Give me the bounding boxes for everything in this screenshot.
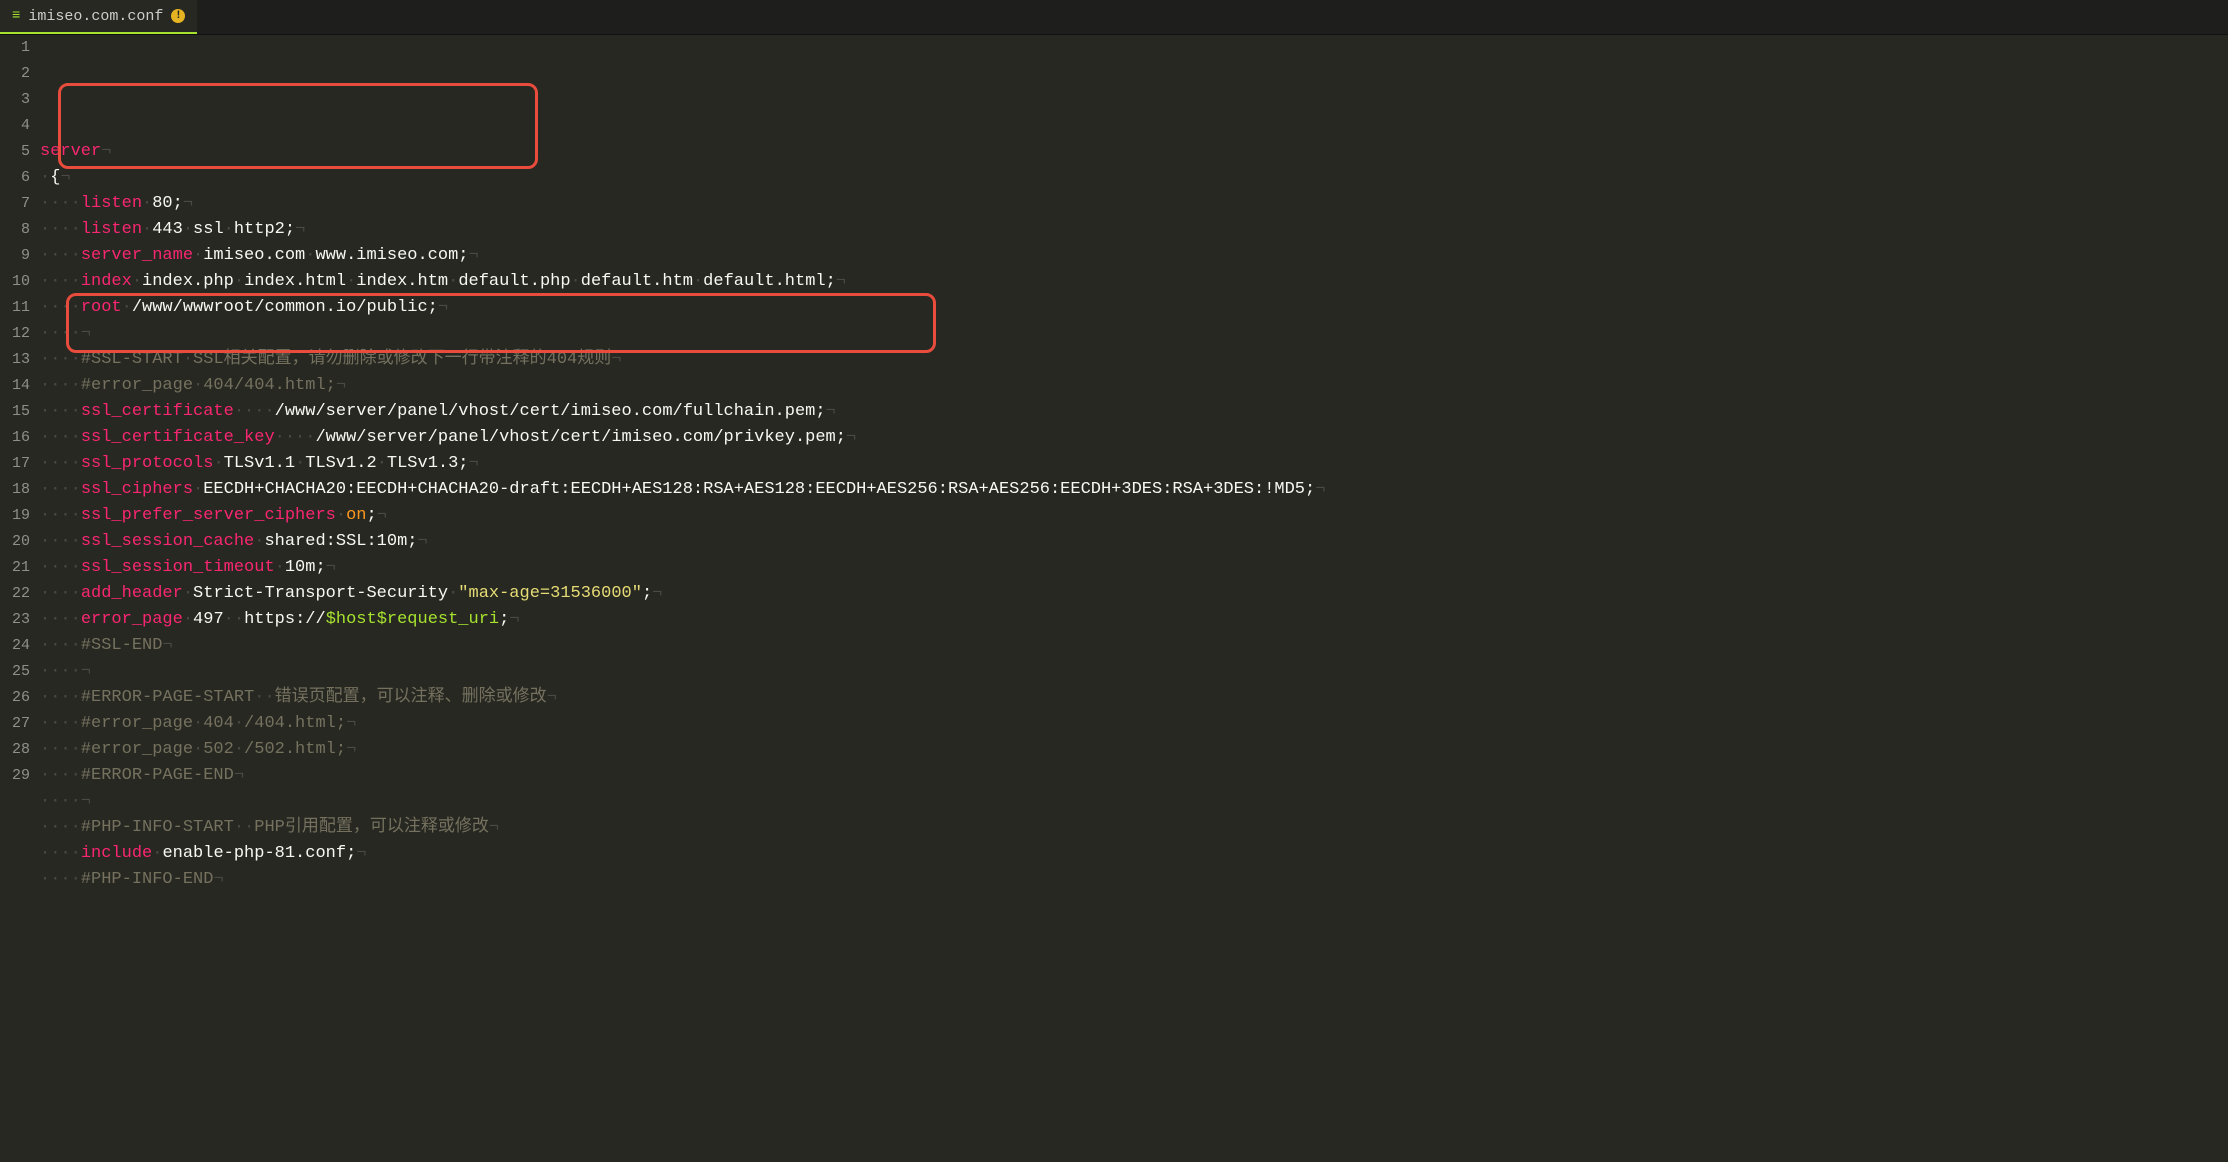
line-number: 7 <box>0 191 30 217</box>
code-line[interactable]: ····ssl_session_cache·shared:SSL:10m;¬ <box>40 529 2228 555</box>
line-number: 18 <box>0 477 30 503</box>
code-line[interactable]: ····root·/www/wwwroot/common.io/public;¬ <box>40 295 2228 321</box>
code-line[interactable]: ····ssl_certificate····/www/server/panel… <box>40 399 2228 425</box>
line-number: 6 <box>0 165 30 191</box>
code-line[interactable]: ····error_page·497··https://$host$reques… <box>40 607 2228 633</box>
line-number: 16 <box>0 425 30 451</box>
code-line[interactable]: ····include·enable-php-81.conf;¬ <box>40 841 2228 867</box>
tab-bar: ≡ imiseo.com.conf ! <box>0 0 2228 35</box>
code-line[interactable]: ····#error_page·404/404.html;¬ <box>40 373 2228 399</box>
code-line[interactable]: ····ssl_prefer_server_ciphers·on;¬ <box>40 503 2228 529</box>
code-line[interactable]: ····#ERROR-PAGE-START··错误页配置，可以注释、删除或修改¬ <box>40 685 2228 711</box>
line-number-gutter: 1234567891011121314151617181920212223242… <box>0 35 40 1162</box>
line-number: 23 <box>0 607 30 633</box>
code-line[interactable]: ····#error_page·502·/502.html;¬ <box>40 737 2228 763</box>
line-number: 12 <box>0 321 30 347</box>
line-number: 3 <box>0 87 30 113</box>
code-line[interactable]: ····listen·80;¬ <box>40 191 2228 217</box>
line-number: 8 <box>0 217 30 243</box>
line-number: 24 <box>0 633 30 659</box>
line-number: 9 <box>0 243 30 269</box>
file-tab[interactable]: ≡ imiseo.com.conf ! <box>0 0 197 34</box>
line-number: 11 <box>0 295 30 321</box>
line-number: 21 <box>0 555 30 581</box>
code-line[interactable]: ····#ERROR-PAGE-END¬ <box>40 763 2228 789</box>
line-number: 14 <box>0 373 30 399</box>
modified-indicator: ! <box>171 9 185 23</box>
line-number: 27 <box>0 711 30 737</box>
line-number: 13 <box>0 347 30 373</box>
code-line[interactable]: ····#PHP-INFO-START··PHP引用配置，可以注释或修改¬ <box>40 815 2228 841</box>
code-line[interactable]: ····ssl_protocols·TLSv1.1·TLSv1.2·TLSv1.… <box>40 451 2228 477</box>
line-number: 20 <box>0 529 30 555</box>
line-number: 5 <box>0 139 30 165</box>
line-number: 2 <box>0 61 30 87</box>
line-number: 17 <box>0 451 30 477</box>
code-line[interactable]: ····¬ <box>40 789 2228 815</box>
code-line[interactable]: ····ssl_session_timeout·10m;¬ <box>40 555 2228 581</box>
line-number: 29 <box>0 763 30 789</box>
code-line[interactable]: ····ssl_ciphers·EECDH+CHACHA20:EECDH+CHA… <box>40 477 2228 503</box>
code-line[interactable]: ····#SSL-END¬ <box>40 633 2228 659</box>
line-number: 19 <box>0 503 30 529</box>
line-number: 1 <box>0 35 30 61</box>
code-line[interactable]: server¬ <box>40 139 2228 165</box>
code-line[interactable]: ····#PHP-INFO-END¬ <box>40 867 2228 893</box>
line-number: 22 <box>0 581 30 607</box>
code-line[interactable]: ····#SSL-START·SSL相关配置，请勿删除或修改下一行带注释的404… <box>40 347 2228 373</box>
code-line[interactable]: ····#error_page·404·/404.html;¬ <box>40 711 2228 737</box>
code-area[interactable]: server¬·{¬····listen·80;¬····listen·443·… <box>40 35 2228 1162</box>
code-line[interactable]: ····ssl_certificate_key····/www/server/p… <box>40 425 2228 451</box>
code-line[interactable]: ····¬ <box>40 659 2228 685</box>
code-line[interactable]: ····server_name·imiseo.com·www.imiseo.co… <box>40 243 2228 269</box>
line-number: 25 <box>0 659 30 685</box>
code-line[interactable]: ····add_header·Strict-Transport-Security… <box>40 581 2228 607</box>
code-line[interactable]: ····¬ <box>40 321 2228 347</box>
editor[interactable]: 1234567891011121314151617181920212223242… <box>0 35 2228 1162</box>
code-line[interactable]: ····listen·443·ssl·http2;¬ <box>40 217 2228 243</box>
file-icon: ≡ <box>12 8 20 24</box>
tab-filename: imiseo.com.conf <box>28 8 163 25</box>
line-number: 26 <box>0 685 30 711</box>
code-line[interactable]: ····index·index.php·index.html·index.htm… <box>40 269 2228 295</box>
line-number: 4 <box>0 113 30 139</box>
code-line[interactable]: ·{¬ <box>40 165 2228 191</box>
line-number: 15 <box>0 399 30 425</box>
line-number: 10 <box>0 269 30 295</box>
line-number: 28 <box>0 737 30 763</box>
